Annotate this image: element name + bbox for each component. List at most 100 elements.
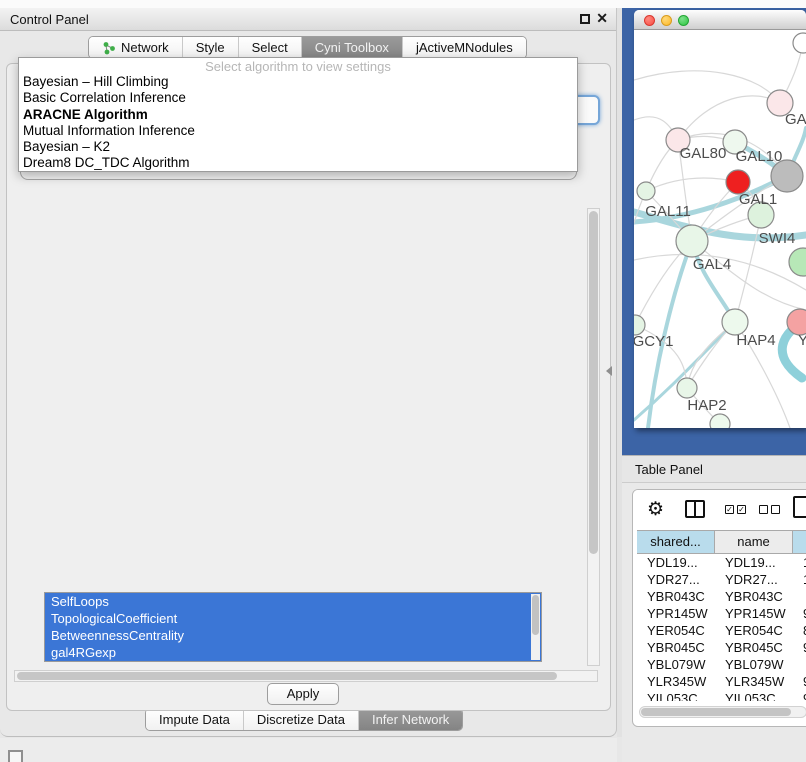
data-attribute-item[interactable]: SelfLoops [45, 593, 541, 610]
node-label: SWI4 [759, 230, 796, 247]
node-label: GAL10 [736, 148, 783, 165]
table-card: ⚙ ✓✓ shared...nameA YDL19...YDL19...13..… [632, 489, 806, 727]
network-edge[interactable] [634, 71, 780, 103]
column-header-a[interactable]: A [793, 531, 806, 553]
select-all-checkboxes-icon[interactable]: ✓✓ [725, 505, 746, 514]
data-attributes-list[interactable]: SelfLoopsTopologicalCoefficientBetweenne… [44, 592, 542, 662]
table-row[interactable]: YBR043CYBR043C [637, 588, 806, 605]
table-cell: 9. [793, 605, 806, 622]
table-cell: YBR043C [637, 588, 715, 605]
network-node[interactable] [676, 225, 708, 257]
algorithm-option[interactable]: Bayesian – K2 [19, 139, 577, 155]
table-cell: YLR345W [637, 673, 715, 690]
network-desktop: GALGAL80GAL10GAL1GAL11SWI4GAL4GCY1HAP4YH… [622, 8, 806, 455]
network-node[interactable] [634, 315, 645, 335]
table-row[interactable]: YDL19...YDL19...13... [637, 554, 806, 571]
list-scrollbar[interactable] [531, 594, 540, 660]
network-node[interactable] [710, 414, 730, 428]
network-canvas[interactable]: GALGAL80GAL10GAL1GAL11SWI4GAL4GCY1HAP4YH… [634, 30, 806, 428]
apply-button[interactable]: Apply [267, 683, 339, 705]
node-label: HAP2 [687, 397, 726, 414]
table-cell [793, 656, 806, 673]
minimize-window-icon[interactable] [661, 15, 672, 26]
network-node[interactable] [789, 248, 806, 276]
node-label: Y [798, 332, 806, 349]
float-panel-icon[interactable] [580, 14, 590, 24]
gear-icon[interactable]: ⚙ [647, 498, 664, 521]
zoom-window-icon[interactable] [678, 15, 689, 26]
tab-jactivemnodules[interactable]: jActiveMNodules [403, 37, 526, 58]
algorithm-option[interactable]: Basic Correlation Inference [19, 90, 577, 106]
table-rows: YDL19...YDL19...13...YDR27...YDR27...12.… [637, 554, 806, 701]
network-node[interactable] [677, 378, 697, 398]
table-row[interactable]: YBR045CYBR045C9. [637, 639, 806, 656]
table-cell: 12... [793, 571, 806, 588]
network-view-window[interactable]: GALGAL80GAL10GAL1GAL11SWI4GAL4GCY1HAP4YH… [634, 10, 806, 428]
tab-label: Style [196, 40, 225, 55]
collapsed-panel-icon[interactable] [8, 750, 23, 762]
table-cell: YIL053C [715, 690, 793, 701]
table-cell: YDL19... [715, 554, 793, 571]
node-label: GAL11 [645, 203, 691, 220]
table-cell: YER054C [637, 622, 715, 639]
table-panel-titlebar: Table Panel [622, 456, 806, 483]
node-label: HAP4 [736, 332, 775, 349]
algorithm-option[interactable]: Mutual Information Inference [19, 123, 577, 139]
table-cell: YPR145W [715, 605, 793, 622]
tab-label: Network [121, 40, 169, 55]
network-edge[interactable] [735, 215, 761, 322]
deselect-all-checkboxes-icon[interactable] [759, 505, 780, 514]
table-row[interactable]: YDR27...YDR27...12... [637, 571, 806, 588]
tab-impute-data[interactable]: Impute Data [146, 709, 244, 730]
table-cell: YPR145W [637, 605, 715, 622]
table-horizontal-scrollbar[interactable] [639, 706, 806, 718]
table-panel: Table Panel ⚙ ✓✓ shared...nameA YDL19...… [622, 455, 806, 762]
close-panel-icon[interactable]: ✕ [596, 10, 608, 27]
data-attribute-item[interactable]: BetweennessCentrality [45, 627, 541, 644]
network-edge[interactable] [646, 178, 738, 191]
node-label: GAL4 [693, 256, 731, 273]
table-row[interactable]: YPR145WYPR145W9. [637, 605, 806, 622]
column-header-name[interactable]: name [715, 531, 793, 553]
close-window-icon[interactable] [644, 15, 655, 26]
settings-horizontal-scrollbar[interactable] [14, 670, 598, 682]
table-row[interactable]: YLR345WYLR345W9. [637, 673, 806, 690]
network-edge[interactable] [692, 241, 806, 310]
node-label: GAL80 [680, 145, 727, 162]
table-cell: YBR045C [715, 639, 793, 656]
columns-icon[interactable] [685, 500, 705, 518]
tab-cyni-toolbox[interactable]: Cyni Toolbox [302, 37, 403, 58]
algorithm-dropdown-placeholder: Select algorithm to view settings [19, 59, 577, 74]
data-attribute-item[interactable]: TopologicalCoefficient [45, 610, 541, 627]
column-header-shared[interactable]: shared... [637, 531, 715, 553]
data-attribute-item[interactable]: gal4RGexp [45, 644, 541, 661]
tab-network[interactable]: Network [89, 37, 183, 58]
table-row[interactable]: YIL053CYIL053C9. [637, 690, 806, 701]
tab-label: jActiveMNodules [416, 40, 513, 55]
network-node[interactable] [793, 33, 806, 53]
algorithm-option[interactable]: ARACNE Algorithm [19, 107, 577, 123]
table-cell: 13... [793, 554, 806, 571]
network-graph: GALGAL80GAL10GAL1GAL11SWI4GAL4GCY1HAP4YH… [634, 30, 806, 428]
network-node[interactable] [637, 182, 655, 200]
network-window-titlebar[interactable] [634, 10, 806, 30]
document-icon[interactable] [793, 496, 806, 518]
table-panel-title: Table Panel [635, 462, 703, 477]
table-row[interactable]: YBL079WYBL079W [637, 656, 806, 673]
tab-infer-network[interactable]: Infer Network [359, 709, 462, 730]
table-cell [793, 588, 806, 605]
algorithm-option[interactable]: Bayesian – Hill Climbing [19, 74, 577, 90]
table-cell: YBR045C [637, 639, 715, 656]
tab-select[interactable]: Select [239, 37, 302, 58]
tab-style[interactable]: Style [183, 37, 239, 58]
application-window: Control Panel ✕ NetworkStyleSelectCyni T… [0, 0, 806, 762]
table-row[interactable]: YER054CYER054C8. [637, 622, 806, 639]
table-cell: YIL053C [637, 690, 715, 701]
control-panel: Control Panel ✕ NetworkStyleSelectCyni T… [0, 8, 617, 737]
table-cell: YBL079W [637, 656, 715, 673]
top-strip [0, 0, 806, 8]
splitter-collapse-icon[interactable] [606, 366, 612, 376]
settings-vertical-scrollbar[interactable] [587, 208, 600, 666]
algorithm-option[interactable]: Dream8 DC_TDC Algorithm [19, 155, 577, 171]
tab-discretize-data[interactable]: Discretize Data [244, 709, 359, 730]
